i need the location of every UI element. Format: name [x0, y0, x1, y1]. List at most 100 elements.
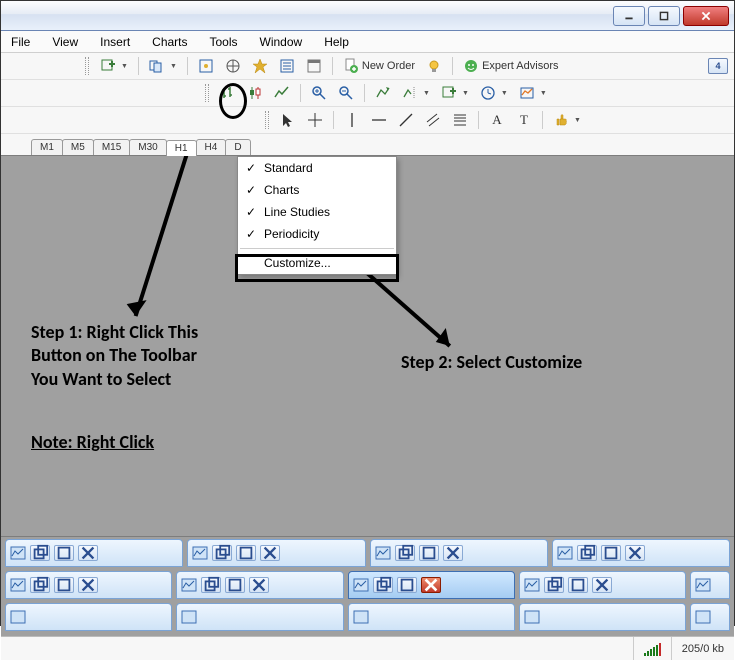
new-order-button[interactable]: New Order	[339, 55, 419, 77]
market-watch-button[interactable]	[194, 55, 218, 77]
cursor-button[interactable]	[276, 109, 300, 131]
mdi-maximize-icon[interactable]	[568, 577, 588, 593]
mdi-window[interactable]	[176, 603, 343, 631]
mdi-window-active[interactable]	[348, 571, 515, 599]
chart-window-icon	[557, 545, 573, 561]
menu-tools[interactable]: Tools	[206, 33, 242, 51]
chart-shift-button[interactable]: ▼	[398, 82, 434, 104]
mdi-restore-icon[interactable]	[544, 577, 564, 593]
mdi-restore-icon[interactable]	[373, 577, 393, 593]
mdi-maximize-icon[interactable]	[236, 545, 256, 561]
period-m30[interactable]: M30	[129, 139, 166, 155]
mdi-close-icon[interactable]	[592, 577, 612, 593]
arrows-button[interactable]: ▼	[549, 109, 585, 131]
thumb-up-icon	[553, 112, 569, 128]
menu-window[interactable]: Window	[256, 33, 307, 51]
meta-quotes-button[interactable]	[422, 55, 446, 77]
mdi-window-strip	[1, 536, 734, 636]
menu-charts[interactable]: Charts	[148, 33, 191, 51]
mdi-window[interactable]	[519, 603, 686, 631]
connection-status[interactable]	[633, 637, 671, 660]
period-h1[interactable]: H1	[166, 140, 197, 156]
ctx-standard[interactable]: ✓Standard	[238, 157, 396, 179]
mdi-restore-icon[interactable]	[577, 545, 597, 561]
data-window-button[interactable]	[302, 55, 326, 77]
ctx-periodicity[interactable]: ✓Periodicity	[238, 223, 396, 245]
mdi-window[interactable]	[5, 571, 172, 599]
strategy-tester-button[interactable]	[275, 55, 299, 77]
templates-button[interactable]: ▼	[515, 82, 551, 104]
auto-scroll-button[interactable]	[371, 82, 395, 104]
zoom-in-button[interactable]	[307, 82, 331, 104]
mdi-window[interactable]	[187, 539, 365, 567]
mdi-window[interactable]	[176, 571, 343, 599]
mdi-restore-icon[interactable]	[395, 545, 415, 561]
ctx-customize[interactable]: Customize...	[238, 252, 396, 274]
status-bar: 205/0 kb	[1, 636, 734, 660]
trendline-button[interactable]	[394, 109, 418, 131]
navigator-icon	[225, 58, 241, 74]
chart-window-icon	[353, 577, 369, 593]
mdi-close-icon[interactable]	[78, 577, 98, 593]
mdi-maximize-icon[interactable]	[419, 545, 439, 561]
terminal-button[interactable]	[248, 55, 272, 77]
period-m1[interactable]: M1	[31, 139, 63, 155]
mdi-maximize-icon[interactable]	[54, 545, 74, 561]
menu-file[interactable]: File	[7, 33, 34, 51]
period-m15[interactable]: M15	[93, 139, 130, 155]
line-chart-button[interactable]	[270, 82, 294, 104]
expert-advisors-button[interactable]: Expert Advisors	[459, 55, 562, 77]
mdi-window[interactable]	[348, 603, 515, 631]
mdi-window[interactable]	[5, 539, 183, 567]
restore-button[interactable]	[648, 6, 680, 26]
mdi-window[interactable]	[552, 539, 730, 567]
menu-view[interactable]: View	[48, 33, 82, 51]
minimize-button[interactable]	[613, 6, 645, 26]
mdi-restore-icon[interactable]	[30, 545, 50, 561]
text-label-button[interactable]: T	[512, 109, 536, 131]
mdi-restore-icon[interactable]	[201, 577, 221, 593]
mdi-close-icon[interactable]	[625, 545, 645, 561]
indicators-button[interactable]: ▼	[437, 82, 473, 104]
period-h4[interactable]: H4	[196, 139, 227, 155]
vertical-line-button[interactable]	[340, 109, 364, 131]
mdi-maximize-icon[interactable]	[54, 577, 74, 593]
mdi-window[interactable]	[370, 539, 548, 567]
period-m5[interactable]: M5	[62, 139, 94, 155]
mdi-window[interactable]	[519, 571, 686, 599]
mdi-window[interactable]	[5, 603, 172, 631]
mdi-close-icon[interactable]	[249, 577, 269, 593]
toolbar-grip[interactable]	[205, 84, 209, 102]
toolbar-grip[interactable]	[265, 111, 269, 129]
fibonacci-button[interactable]	[448, 109, 472, 131]
ctx-charts[interactable]: ✓Charts	[238, 179, 396, 201]
toolbar-charts: ▼ ▼ ▼ ▼	[1, 80, 734, 107]
mdi-close-icon[interactable]	[260, 545, 280, 561]
menu-insert[interactable]: Insert	[96, 33, 134, 51]
mdi-close-icon[interactable]	[78, 545, 98, 561]
mdi-close-icon[interactable]	[443, 545, 463, 561]
mdi-maximize-icon[interactable]	[397, 577, 417, 593]
equidistant-channel-button[interactable]	[421, 109, 445, 131]
alerts-indicator[interactable]: 4	[708, 58, 728, 74]
mdi-window[interactable]	[690, 603, 730, 631]
navigator-button[interactable]	[221, 55, 245, 77]
profiles-button[interactable]: ▼	[145, 55, 181, 77]
crosshair-button[interactable]	[303, 109, 327, 131]
period-d[interactable]: D	[225, 139, 250, 155]
horizontal-line-button[interactable]	[367, 109, 391, 131]
ctx-line-studies[interactable]: ✓Line Studies	[238, 201, 396, 223]
mdi-maximize-icon[interactable]	[225, 577, 245, 593]
toolbar-grip[interactable]	[85, 57, 89, 75]
mdi-restore-icon[interactable]	[212, 545, 232, 561]
mdi-window[interactable]	[690, 571, 730, 599]
text-button[interactable]: A	[485, 109, 509, 131]
mdi-maximize-icon[interactable]	[601, 545, 621, 561]
mdi-restore-icon[interactable]	[30, 577, 50, 593]
close-button[interactable]	[683, 6, 729, 26]
mdi-close-icon[interactable]	[421, 577, 441, 593]
new-chart-button[interactable]: ▼	[96, 55, 132, 77]
periods-button[interactable]: ▼	[476, 82, 512, 104]
menu-help[interactable]: Help	[320, 33, 353, 51]
zoom-out-button[interactable]	[334, 82, 358, 104]
